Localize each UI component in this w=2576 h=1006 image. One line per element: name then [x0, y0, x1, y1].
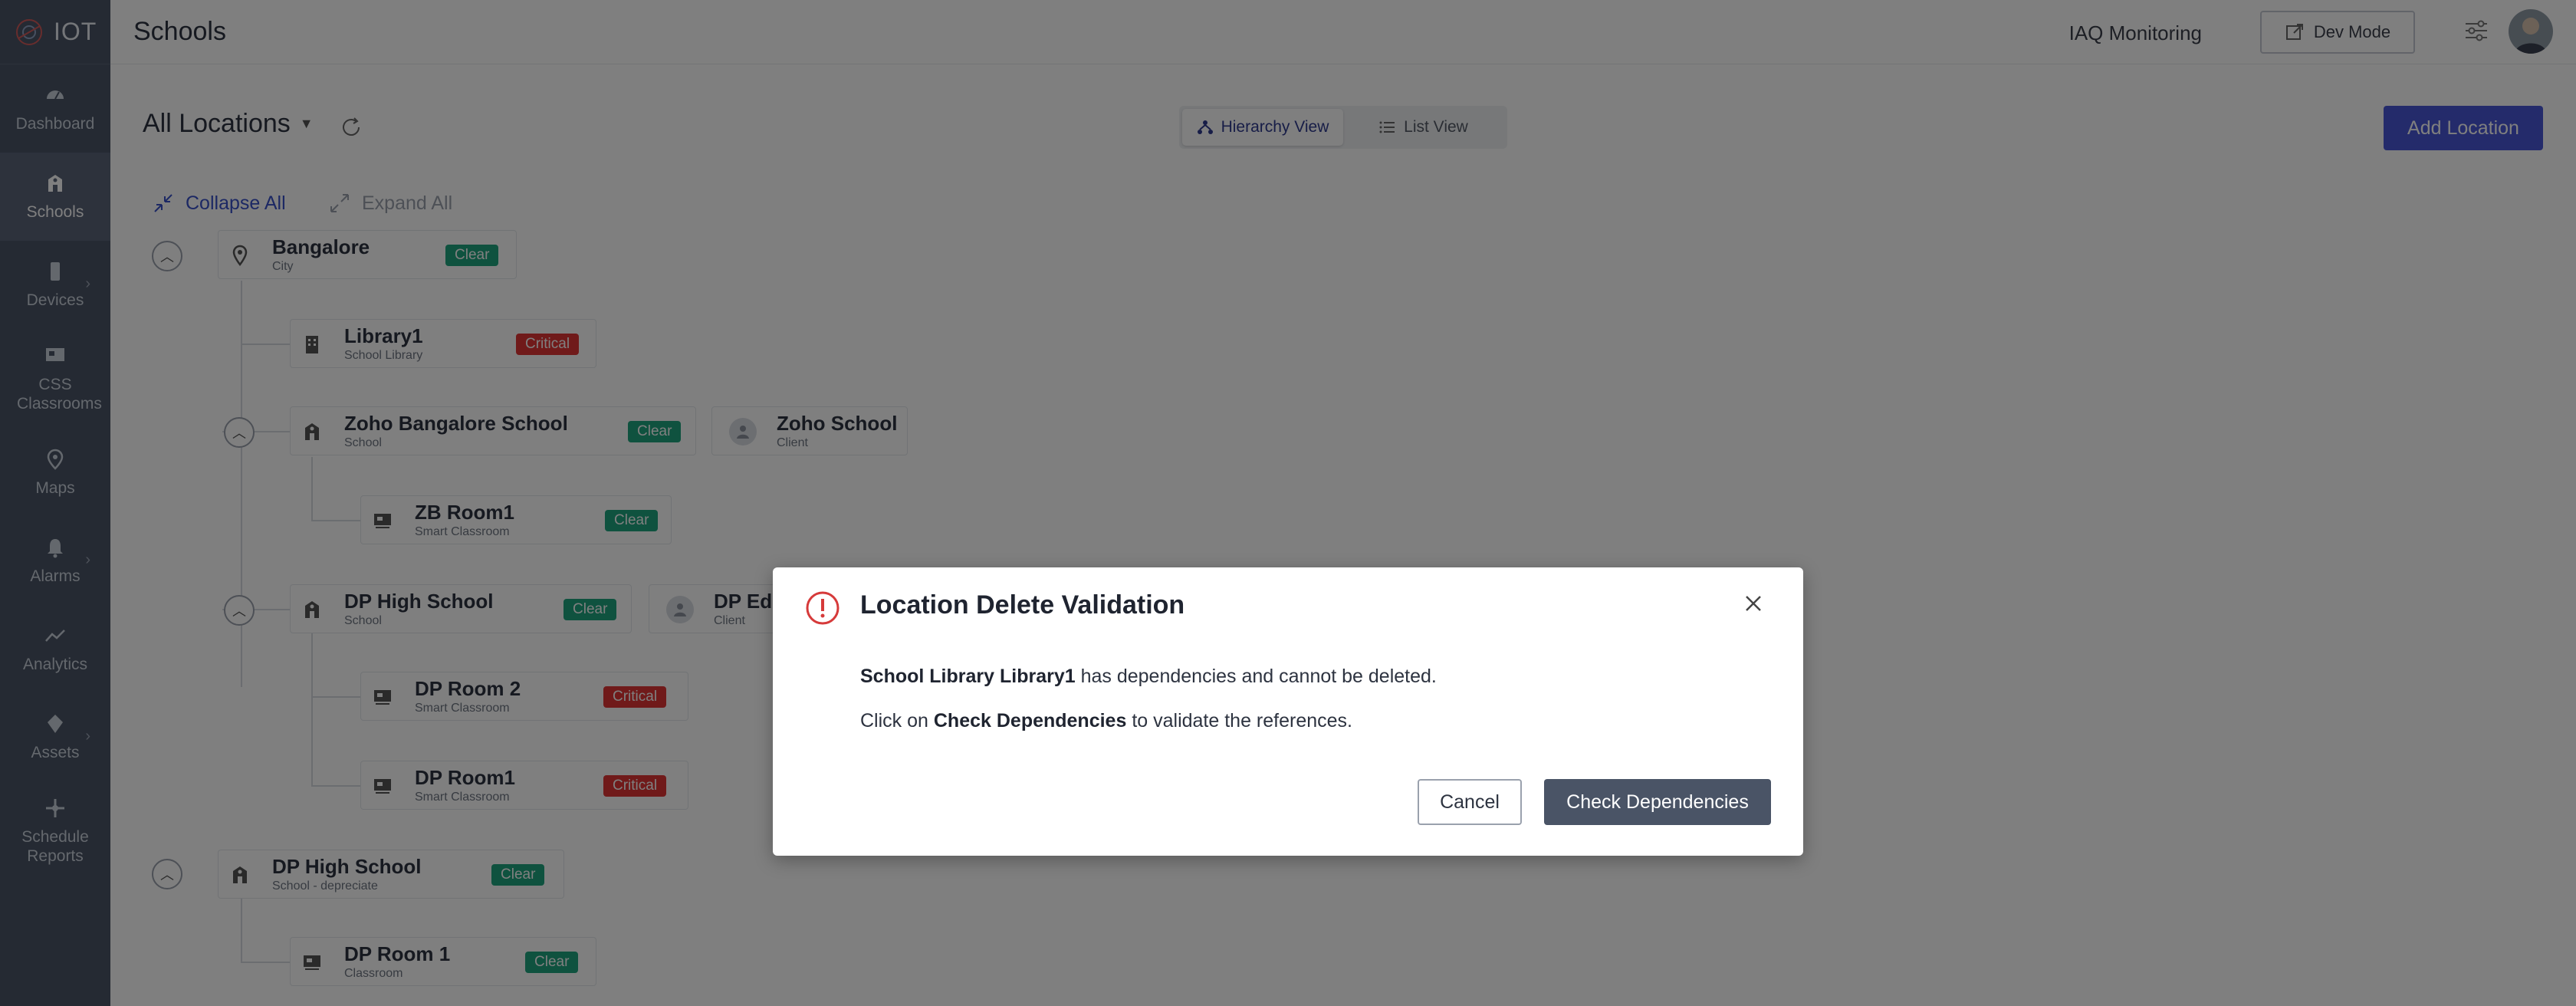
dialog-message: School Library Library1 has dependencies…	[860, 666, 1437, 688]
dialog-instruction-prefix: Click on	[860, 710, 934, 731]
check-dependencies-button[interactable]: Check Dependencies	[1544, 779, 1771, 825]
location-name: School Library Library1	[860, 666, 1076, 687]
alert-circle-icon	[806, 591, 840, 625]
dialog-instruction: Click on Check Dependencies to validate …	[860, 710, 1352, 732]
dialog-instruction-action: Check Dependencies	[933, 710, 1127, 731]
dialog-message-text: has dependencies and cannot be deleted.	[1075, 666, 1437, 687]
dialog-title: Location Delete Validation	[860, 590, 1185, 620]
cancel-button[interactable]: Cancel	[1418, 779, 1522, 825]
close-icon[interactable]	[1742, 592, 1765, 615]
location-delete-validation-dialog: Location Delete Validation School Librar…	[773, 567, 1803, 856]
dialog-instruction-suffix: to validate the references.	[1126, 710, 1352, 731]
